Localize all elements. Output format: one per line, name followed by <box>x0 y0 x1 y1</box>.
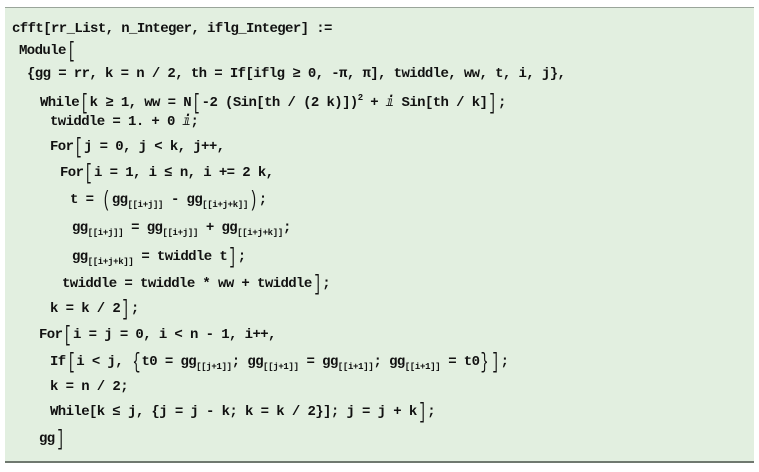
code-line: gg[[i+j]] = gg[[i+j]] + gg[[i+j+k]]; <box>72 218 291 243</box>
bracket: ] <box>121 297 130 322</box>
code-text: twiddle = twiddle * ww + twiddle <box>62 276 312 292</box>
bracket: [ <box>67 39 75 64</box>
part-index: [[i+1]] <box>337 362 374 372</box>
code-line: gg] <box>39 427 65 452</box>
code-text: ; <box>427 404 436 420</box>
code-text: ; <box>258 192 267 208</box>
part-index: [[i+1]] <box>404 362 441 372</box>
code-line: While[k ≤ j, {j = j - k; k = k / 2}]; j … <box>50 400 436 425</box>
part-index: [[j+1]] <box>196 362 232 372</box>
code-text: While <box>40 95 80 111</box>
code-input-cell[interactable]: cfft[rr_List, n_Integer, iflg_Integer] :… <box>5 7 754 463</box>
code-line: k = n / 2; <box>50 377 129 397</box>
code-text: While[k ≤ j, {j = j - k; k = k / 2}]; j … <box>50 404 417 420</box>
code-text: t0 = gg <box>141 354 197 370</box>
bracket: ) <box>249 188 258 213</box>
bracket: { <box>132 350 140 375</box>
code-text: ; <box>322 276 331 292</box>
bracket: [ <box>67 350 75 375</box>
code-text: gg <box>111 192 128 208</box>
bracket: [ <box>63 323 72 348</box>
part-index: [[i+j+k]] <box>87 257 134 267</box>
code-text: t = <box>70 192 102 208</box>
code-line: {gg = rr, k = n / 2, th = If[iflg ≥ 0, -… <box>27 64 566 84</box>
code-text: gg <box>39 431 55 447</box>
code-text: - gg <box>163 192 203 208</box>
code-text: Module <box>19 43 66 59</box>
code-text: gg <box>72 249 88 265</box>
code-line: For[i = 1, i ≤ n, i += 2 k, <box>60 161 274 186</box>
code-text: For <box>60 165 84 181</box>
part-index: [[i+j]] <box>87 228 124 238</box>
bracket: ( <box>102 188 111 213</box>
code-line: twiddle = twiddle * ww + twiddle]; <box>62 272 331 297</box>
bracket: [ <box>84 161 93 186</box>
code-text: gg <box>72 220 88 236</box>
code-text: i = 1, i ≤ n, i += 2 k, <box>94 165 274 181</box>
code-text: {gg = rr, k = n / 2, th = If[iflg ≥ 0, -… <box>27 66 566 82</box>
code-line: twiddle = 1. + 0 ⅈ; <box>50 112 199 132</box>
code-text: For <box>50 139 74 155</box>
code-line: For[i = j = 0, i < n - 1, i++, <box>39 323 276 348</box>
code-text: = gg <box>123 220 163 236</box>
bracket: ] <box>488 91 497 116</box>
code-text: i < j, <box>76 354 131 370</box>
code-text: = t0 <box>440 354 480 370</box>
bracket: ] <box>228 245 237 270</box>
code-text: k = k / 2 <box>50 301 121 317</box>
bracket: ] <box>56 427 64 452</box>
code-text: ; <box>283 220 291 236</box>
code-line: t = (gg[[i+j]] - gg[[i+j+k]]); <box>70 190 267 215</box>
bracket: [ <box>74 135 83 160</box>
code-line: gg[[i+j+k]] = twiddle t]; <box>72 247 246 272</box>
code-text: cfft[rr_List, n_Integer, iflg_Integer] :… <box>12 21 332 37</box>
code-text: ; gg <box>231 354 264 370</box>
bracket: } <box>480 350 489 375</box>
bracket: ] <box>313 272 321 297</box>
code-text: + gg <box>198 220 238 236</box>
part-index: [[i+j]] <box>162 228 199 238</box>
code-text: twiddle = 1. + 0 ⅈ; <box>50 114 199 130</box>
code-text: ; <box>130 301 139 317</box>
code-text: i = j = 0, i < n - 1, i++, <box>73 327 276 343</box>
code-text: k ≥ 1, ww = N <box>89 95 192 111</box>
bracket: ] <box>418 400 426 425</box>
bracket: [ <box>192 91 201 116</box>
code-text: ; <box>500 354 509 370</box>
code-text: = gg <box>298 354 339 370</box>
part-index: [[i+j+k]] <box>237 228 283 238</box>
code-text: ; <box>497 95 506 111</box>
code-text: k = n / 2; <box>50 379 129 395</box>
code-line: If[i < j, {t0 = gg[[j+1]]; gg[[j+1]] = g… <box>50 350 509 377</box>
part-index: [[i+j]] <box>127 200 164 210</box>
code-text: ; <box>237 249 246 265</box>
code-text: -2 (Sin[th / (2 k)]) <box>201 95 359 111</box>
code-text: For <box>39 327 63 343</box>
part-index: [[j+1]] <box>263 362 299 372</box>
code-text: + ⅈ Sin[th / k] <box>362 95 488 111</box>
code-line: k = k / 2]; <box>50 297 139 322</box>
code-line: cfft[rr_List, n_Integer, iflg_Integer] :… <box>12 19 332 39</box>
bracket: ] <box>491 350 500 375</box>
code-text: = twiddle t <box>133 249 228 265</box>
code-text: j = 0, j < k, j++, <box>84 139 225 155</box>
code-line: For[j = 0, j < k, j++, <box>50 135 225 160</box>
part-index: [[i+j+k]] <box>202 200 249 210</box>
code-text: If <box>50 354 66 370</box>
code-text: ; gg <box>373 354 405 370</box>
bracket: [ <box>80 91 89 116</box>
code-line: While[k ≥ 1, ww = N[-2 (Sin[th / (2 k)])… <box>40 88 506 116</box>
code-line: Module[ <box>19 39 76 64</box>
